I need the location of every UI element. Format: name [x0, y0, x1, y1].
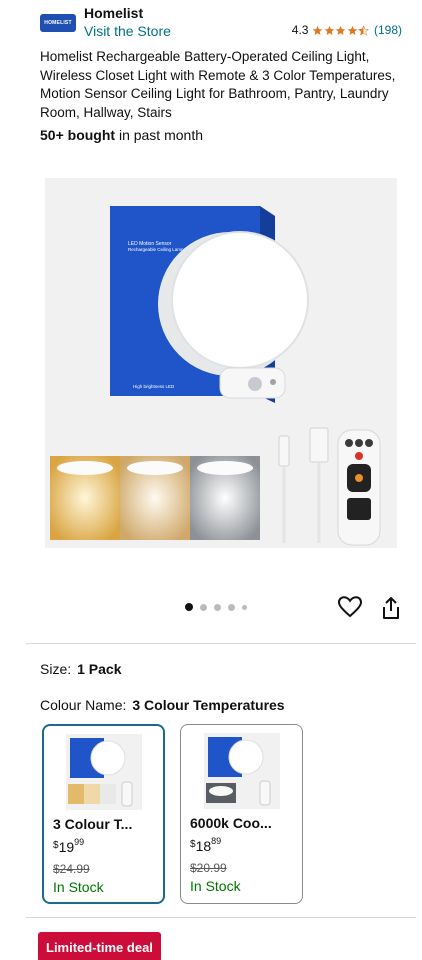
share-icon[interactable]: [380, 596, 402, 620]
option-stock-status: In Stock: [190, 878, 241, 894]
product-photo: LED Motion Sensor Rechargeable Ceiling L…: [50, 206, 381, 546]
brand-name: Homelist: [84, 5, 144, 21]
image-pager[interactable]: [185, 603, 254, 611]
pager-dot[interactable]: [214, 603, 221, 611]
pager-dot[interactable]: [228, 603, 235, 611]
brand-logo-text: HOMELIST: [44, 20, 72, 26]
star-icon: [324, 25, 335, 35]
option-thumbnail: [203, 733, 280, 809]
price-fraction: 89: [211, 836, 222, 846]
price-currency: $: [53, 840, 59, 851]
pager-dot[interactable]: [200, 603, 207, 611]
colour-label: Colour Name:: [40, 697, 127, 713]
section-divider: [26, 917, 416, 918]
limited-time-deal-badge: Limited-time deal: [38, 932, 161, 960]
visit-store-link[interactable]: Visit the Store: [84, 23, 171, 39]
star-icon: [347, 25, 358, 35]
box-text-2: Rechargeable Ceiling Lamp: [128, 247, 184, 252]
product-title: Homelist Rechargeable Battery-Operated C…: [40, 49, 396, 120]
review-count: (198): [373, 23, 402, 37]
product-image-gallery[interactable]: LED Motion Sensor Rechargeable Ceiling L…: [45, 178, 397, 548]
option-name: 3 Colour T...: [53, 816, 133, 832]
price-whole: 19: [58, 839, 75, 855]
option-thumbnail: [65, 734, 142, 810]
option-price: $1999: [53, 837, 85, 855]
section-divider: [26, 643, 416, 644]
price-whole: 18: [195, 838, 212, 854]
rating-stars: [312, 24, 370, 36]
option-price: $1889: [190, 836, 222, 854]
option-thumbnail-image: [205, 737, 270, 806]
brand-logo[interactable]: HOMELIST: [40, 14, 76, 32]
star-icon: [313, 25, 323, 35]
bought-in-past-month: 50+ bought in past month: [40, 127, 203, 143]
option-was-price: $24.99: [53, 862, 90, 876]
store-header: HOMELIST Homelist Visit the Store 4.3 (1…: [40, 4, 410, 42]
heart-icon[interactable]: [338, 596, 362, 618]
price-fraction: 99: [74, 837, 85, 847]
colour-selector: Colour Name: 3 Colour Temperatures: [40, 697, 285, 713]
rating-summary[interactable]: 4.3 (198): [292, 23, 402, 37]
option-stock-status: In Stock: [53, 879, 104, 895]
bought-count: 50+ bought: [40, 127, 116, 143]
pager-dot[interactable]: [242, 604, 247, 610]
box-text-3: High brightness LED: [133, 384, 175, 389]
option-thumbnail-image: [67, 738, 132, 807]
size-label: Size:: [40, 661, 72, 677]
colour-option-3-colour[interactable]: 3 Colour T... $1999 $24.99 In Stock: [42, 724, 165, 904]
half-star-icon: [358, 24, 370, 36]
option-was-price: $20.99: [190, 861, 227, 875]
option-name: 6000k Coo...: [190, 815, 272, 831]
colour-option-6000k[interactable]: 6000k Coo... $1889 $20.99 In Stock: [180, 724, 303, 904]
rating-value: 4.3: [291, 23, 309, 37]
price-currency: $: [190, 839, 196, 850]
pager-dot[interactable]: [185, 603, 193, 611]
bought-period: in past month: [115, 127, 203, 143]
colour-value: 3 Colour Temperatures: [132, 697, 285, 713]
star-icon: [336, 25, 346, 35]
size-value: 1 Pack: [77, 661, 122, 677]
size-selector: Size: 1 Pack: [40, 661, 122, 677]
